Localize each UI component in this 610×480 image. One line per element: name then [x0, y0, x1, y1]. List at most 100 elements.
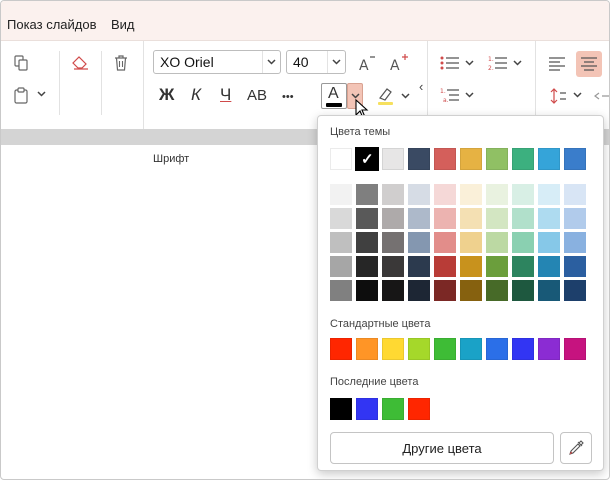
shade-color-swatch[interactable]: [330, 280, 352, 301]
line-spacing-dropdown-icon[interactable]: [573, 90, 582, 101]
multilevel-dropdown-icon[interactable]: [465, 90, 474, 101]
shade-color-swatch[interactable]: [408, 280, 430, 301]
copy-icon[interactable]: [11, 53, 31, 73]
collapse-chevron-icon[interactable]: ‹: [419, 79, 423, 94]
numbered-dropdown-icon[interactable]: [513, 58, 522, 69]
shade-color-swatch[interactable]: [382, 232, 404, 253]
shade-color-swatch[interactable]: [538, 256, 560, 277]
shade-color-swatch[interactable]: [486, 232, 508, 253]
menu-view[interactable]: Вид: [111, 17, 135, 32]
shade-color-swatch[interactable]: [538, 184, 560, 205]
menu-slideshow[interactable]: Показ слайдов: [7, 17, 97, 32]
shade-color-swatch[interactable]: [356, 256, 378, 277]
shade-color-swatch[interactable]: [538, 280, 560, 301]
theme-color-swatch[interactable]: [460, 148, 482, 170]
shade-color-swatch[interactable]: [408, 232, 430, 253]
standard-color-swatch[interactable]: [538, 338, 560, 360]
shade-color-swatch[interactable]: [434, 280, 456, 301]
shade-color-swatch[interactable]: [382, 184, 404, 205]
indent-icon[interactable]: [593, 85, 609, 107]
shade-color-swatch[interactable]: [460, 232, 482, 253]
theme-color-swatch[interactable]: [382, 148, 404, 170]
shade-color-swatch[interactable]: [330, 256, 352, 277]
standard-color-swatch[interactable]: [512, 338, 534, 360]
standard-color-swatch[interactable]: [330, 338, 352, 360]
shade-color-swatch[interactable]: [538, 232, 560, 253]
more-options-button[interactable]: •••: [282, 91, 294, 103]
theme-color-swatch[interactable]: [486, 148, 508, 170]
eyedropper-button[interactable]: [560, 432, 592, 464]
align-left-icon[interactable]: [545, 53, 569, 75]
paste-dropdown-icon[interactable]: [37, 89, 46, 100]
line-spacing-icon[interactable]: [547, 85, 569, 107]
shade-color-swatch[interactable]: [486, 184, 508, 205]
shade-color-swatch[interactable]: [408, 256, 430, 277]
shade-color-swatch[interactable]: [460, 208, 482, 229]
shade-color-swatch[interactable]: [408, 184, 430, 205]
shade-color-swatch[interactable]: [564, 280, 586, 301]
decrease-font-icon[interactable]: A: [355, 51, 379, 75]
shade-color-swatch[interactable]: [460, 184, 482, 205]
standard-color-swatch[interactable]: [460, 338, 482, 360]
shade-color-swatch[interactable]: [330, 232, 352, 253]
increase-font-icon[interactable]: A: [387, 51, 411, 75]
shade-color-swatch[interactable]: [434, 208, 456, 229]
multilevel-list-icon[interactable]: 1. a.: [439, 85, 461, 105]
shade-color-swatch[interactable]: [538, 208, 560, 229]
shade-color-swatch[interactable]: [486, 208, 508, 229]
font-family-select[interactable]: XO Oriel: [153, 50, 281, 74]
standard-color-swatch[interactable]: [356, 338, 378, 360]
shade-color-swatch[interactable]: [486, 280, 508, 301]
shade-color-swatch[interactable]: [460, 256, 482, 277]
eraser-icon[interactable]: [71, 53, 91, 73]
bullet-dropdown-icon[interactable]: [465, 58, 474, 69]
numbered-list-icon[interactable]: 1. 2.: [487, 53, 509, 73]
theme-color-swatch[interactable]: [330, 148, 352, 170]
theme-color-swatch[interactable]: [434, 148, 456, 170]
change-case-button[interactable]: AB: [247, 87, 267, 104]
theme-color-swatch[interactable]: [408, 148, 430, 170]
shade-color-swatch[interactable]: [460, 280, 482, 301]
shade-color-swatch[interactable]: [564, 256, 586, 277]
shade-color-swatch[interactable]: [382, 208, 404, 229]
theme-color-swatch[interactable]: [538, 148, 560, 170]
font-size-select[interactable]: 40: [286, 50, 346, 74]
shade-color-swatch[interactable]: [356, 184, 378, 205]
shade-color-swatch[interactable]: [408, 208, 430, 229]
font-color-button[interactable]: A: [321, 83, 347, 109]
theme-color-swatch[interactable]: [564, 148, 586, 170]
shade-color-swatch[interactable]: [434, 184, 456, 205]
shade-color-swatch[interactable]: [356, 280, 378, 301]
highlight-color-icon[interactable]: [375, 85, 397, 107]
recent-color-swatch[interactable]: [330, 398, 352, 420]
shade-color-swatch[interactable]: [512, 256, 534, 277]
shade-color-swatch[interactable]: [512, 280, 534, 301]
trash-icon[interactable]: [111, 53, 131, 73]
shade-color-swatch[interactable]: [564, 232, 586, 253]
paste-icon[interactable]: [11, 85, 31, 105]
highlight-dropdown-icon[interactable]: [401, 91, 410, 102]
align-center-icon[interactable]: [576, 51, 602, 77]
recent-color-swatch[interactable]: [356, 398, 378, 420]
shade-color-swatch[interactable]: [434, 232, 456, 253]
shade-color-swatch[interactable]: [512, 232, 534, 253]
shade-color-swatch[interactable]: [356, 208, 378, 229]
shade-color-swatch[interactable]: [330, 208, 352, 229]
recent-color-swatch[interactable]: [382, 398, 404, 420]
recent-color-swatch[interactable]: [408, 398, 430, 420]
shade-color-swatch[interactable]: [564, 208, 586, 229]
shade-color-swatch[interactable]: [512, 208, 534, 229]
bullet-list-icon[interactable]: [439, 53, 461, 73]
shade-color-swatch[interactable]: [382, 256, 404, 277]
underline-button[interactable]: Ч: [220, 85, 231, 105]
shade-color-swatch[interactable]: [356, 232, 378, 253]
shade-color-swatch[interactable]: [382, 280, 404, 301]
shade-color-swatch[interactable]: [564, 184, 586, 205]
theme-color-swatch[interactable]: [512, 148, 534, 170]
italic-button[interactable]: К: [191, 85, 201, 105]
shade-color-swatch[interactable]: [486, 256, 508, 277]
standard-color-swatch[interactable]: [486, 338, 508, 360]
standard-color-swatch[interactable]: [564, 338, 586, 360]
shade-color-swatch[interactable]: [512, 184, 534, 205]
other-colors-button[interactable]: Другие цвета: [330, 432, 554, 464]
